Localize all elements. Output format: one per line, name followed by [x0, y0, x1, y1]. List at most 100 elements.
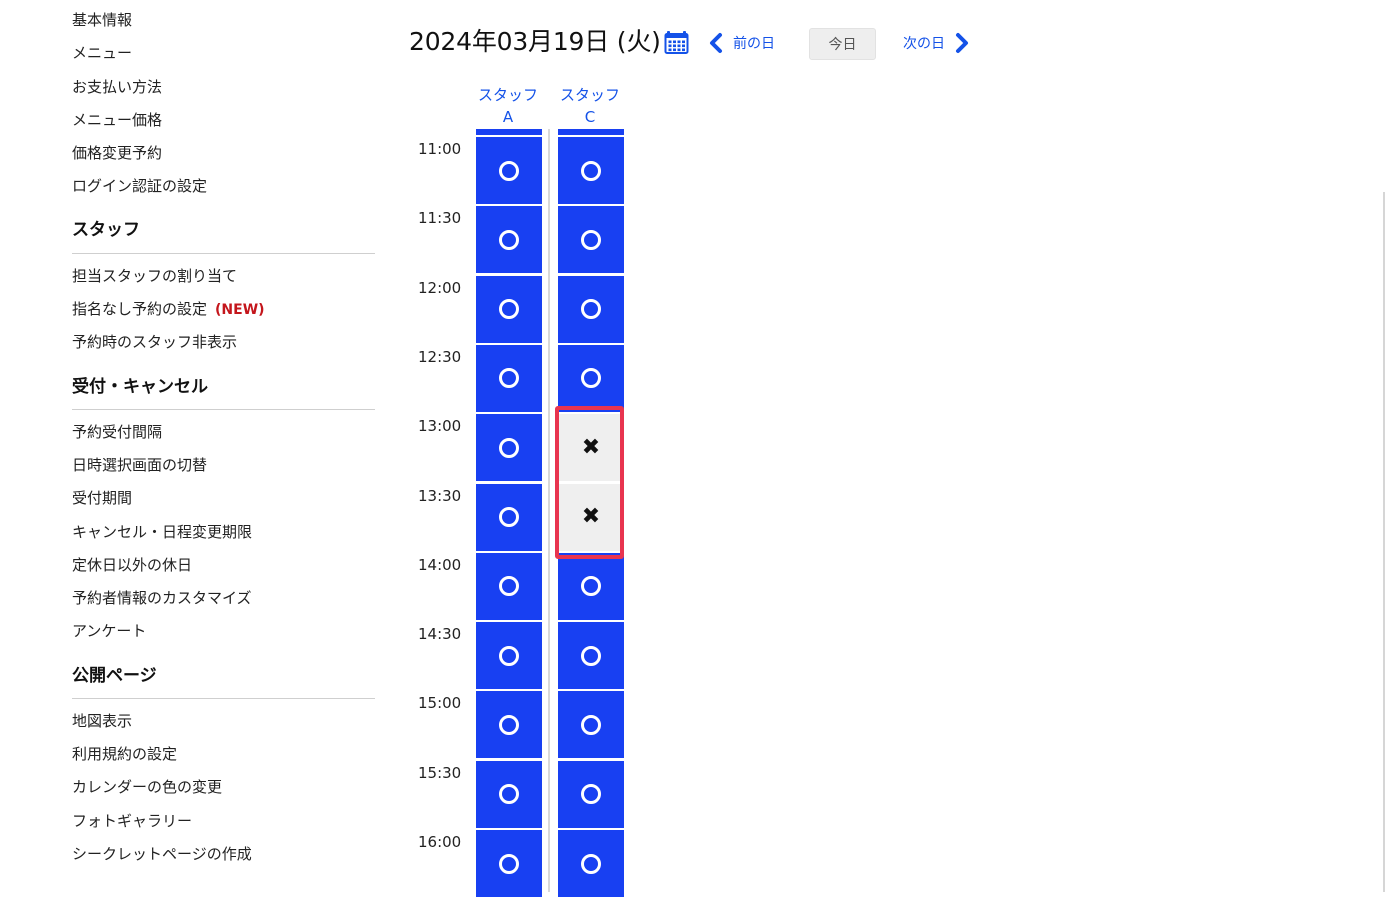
- column-cap: [558, 129, 624, 135]
- chevron-right-icon: [956, 33, 968, 53]
- sidebar-item-calendar-color[interactable]: カレンダーの色の変更: [72, 777, 222, 797]
- available-circle-icon: [499, 645, 519, 666]
- available-circle-icon: [581, 229, 601, 250]
- staff-letter: A: [502, 108, 514, 126]
- available-circle-icon: [581, 576, 601, 597]
- time-slot-staff-c[interactable]: [558, 206, 624, 274]
- available-circle-icon: [581, 160, 601, 181]
- sidebar-item-payment[interactable]: お支払い方法: [72, 77, 162, 97]
- sidebar-item-login-auth[interactable]: ログイン認証の設定: [72, 176, 207, 196]
- time-label: 12:00: [418, 278, 462, 297]
- staff-column-header-c[interactable]: スタッフ C: [556, 84, 624, 128]
- time-slot-staff-a[interactable]: [476, 691, 542, 759]
- section-title-public: 公開ページ: [72, 666, 157, 686]
- available-circle-icon: [499, 784, 519, 805]
- available-circle-icon: [499, 299, 519, 320]
- prev-day-label: 前の日: [733, 36, 775, 52]
- unavailable-cross-icon: ✖: [581, 504, 601, 529]
- sidebar-item-map[interactable]: 地図表示: [72, 711, 132, 731]
- available-circle-icon: [581, 714, 601, 735]
- time-slot-staff-c[interactable]: [558, 344, 624, 412]
- time-slot-staff-c[interactable]: [558, 691, 624, 759]
- available-circle-icon: [499, 160, 519, 181]
- current-date-title: 2024年03月19日 (火): [409, 27, 661, 56]
- available-circle-icon: [581, 784, 601, 805]
- available-circle-icon: [499, 576, 519, 597]
- staff-column-header-a[interactable]: スタッフ A: [474, 84, 542, 128]
- sidebar-item-staff-assign[interactable]: 担当スタッフの割り当て: [72, 266, 237, 286]
- time-label: 11:30: [418, 209, 462, 228]
- time-label: 15:30: [418, 763, 462, 782]
- sidebar-item-no-nomination[interactable]: 指名なし予約の設定 (NEW): [72, 299, 265, 320]
- sidebar-item-holidays[interactable]: 定休日以外の休日: [72, 555, 192, 575]
- prev-day-link[interactable]: 前の日: [707, 30, 775, 56]
- sidebar-item-staff-hide[interactable]: 予約時のスタッフ非表示: [72, 332, 237, 352]
- available-circle-icon: [581, 645, 601, 666]
- unavailable-cross-icon: ✖: [581, 434, 601, 460]
- sidebar-item-terms[interactable]: 利用規約の設定: [72, 744, 177, 764]
- time-slot-staff-c[interactable]: [558, 275, 624, 343]
- time-slot-staff-c[interactable]: [558, 622, 624, 690]
- sidebar-item-basic-info[interactable]: 基本情報: [72, 10, 132, 30]
- sidebar-item-interval[interactable]: 予約受付間隔: [72, 422, 162, 442]
- time-slot-staff-c: ✖: [558, 483, 624, 551]
- time-slot-staff-c: ✖: [558, 414, 624, 482]
- sidebar-item-label: 指名なし予約の設定: [72, 300, 208, 318]
- staff-letter: C: [584, 108, 596, 126]
- available-circle-icon: [499, 368, 519, 389]
- available-circle-icon: [581, 368, 601, 389]
- time-slot-staff-a[interactable]: [476, 414, 542, 482]
- sidebar-item-period[interactable]: 受付期間: [72, 488, 132, 508]
- time-slot-staff-a[interactable]: [476, 552, 542, 620]
- time-label: 11:00: [418, 140, 462, 158]
- available-circle-icon: [499, 437, 519, 458]
- new-badge: (NEW): [215, 302, 265, 318]
- time-label: 12:30: [418, 347, 462, 366]
- sidebar-item-secret-page[interactable]: シークレットページの作成: [72, 844, 252, 864]
- time-label: 13:00: [418, 417, 462, 436]
- section-title-staff: スタッフ: [72, 220, 140, 240]
- time-slot-staff-c[interactable]: [558, 552, 624, 620]
- time-slot-staff-a[interactable]: [476, 483, 542, 551]
- sidebar-item-cancel-limit[interactable]: キャンセル・日程変更期限: [72, 522, 252, 542]
- chevron-left-icon: [710, 33, 722, 53]
- column-divider: [548, 129, 550, 892]
- time-slot-staff-a[interactable]: [476, 137, 542, 204]
- time-label: 16:00: [418, 833, 462, 851]
- time-slot-staff-a[interactable]: [476, 275, 542, 343]
- sidebar-item-photo-gallery[interactable]: フォトギャラリー: [72, 811, 192, 831]
- staff-name: スタッフ: [559, 86, 620, 104]
- time-slot-staff-c[interactable]: [558, 830, 624, 897]
- time-slot-staff-c[interactable]: [558, 760, 624, 828]
- section-title-reception: 受付・キャンセル: [72, 377, 208, 397]
- time-slot-staff-c[interactable]: [558, 137, 624, 204]
- today-button[interactable]: 今日: [809, 28, 876, 60]
- sidebar-item-price-change[interactable]: 価格変更予約: [72, 143, 162, 163]
- sidebar-item-menu-price[interactable]: メニュー価格: [72, 110, 162, 130]
- time-label: 13:30: [418, 486, 462, 505]
- page-scrollbar[interactable]: [1383, 192, 1385, 892]
- time-label: 14:00: [418, 555, 462, 574]
- available-circle-icon: [499, 714, 519, 735]
- sidebar-item-survey[interactable]: アンケート: [72, 621, 146, 641]
- next-day-link[interactable]: 次の日: [903, 30, 971, 56]
- sidebar-item-customer-info[interactable]: 予約者情報のカスタマイズ: [72, 588, 252, 608]
- available-circle-icon: [581, 853, 601, 874]
- section-divider: [72, 253, 375, 254]
- time-slot-staff-a[interactable]: [476, 760, 542, 828]
- calendar-icon[interactable]: [664, 29, 690, 55]
- time-slot-staff-a[interactable]: [476, 344, 542, 412]
- sidebar-item-date-switch[interactable]: 日時選択画面の切替: [72, 455, 207, 475]
- available-circle-icon: [499, 507, 519, 527]
- time-slot-staff-a[interactable]: [476, 830, 542, 897]
- section-divider: [72, 409, 375, 410]
- time-label: 14:30: [418, 625, 462, 644]
- sidebar-item-menu[interactable]: メニュー: [72, 43, 132, 63]
- staff-name: スタッフ: [477, 86, 538, 104]
- available-circle-icon: [581, 299, 601, 320]
- time-slot-staff-a[interactable]: [476, 206, 542, 274]
- available-circle-icon: [499, 229, 519, 250]
- time-slot-staff-a[interactable]: [476, 622, 542, 690]
- settings-sidebar: 基本情報 メニュー お支払い方法 メニュー価格 価格変更予約 ログイン認証の設定…: [0, 0, 380, 892]
- column-cap: [476, 129, 542, 135]
